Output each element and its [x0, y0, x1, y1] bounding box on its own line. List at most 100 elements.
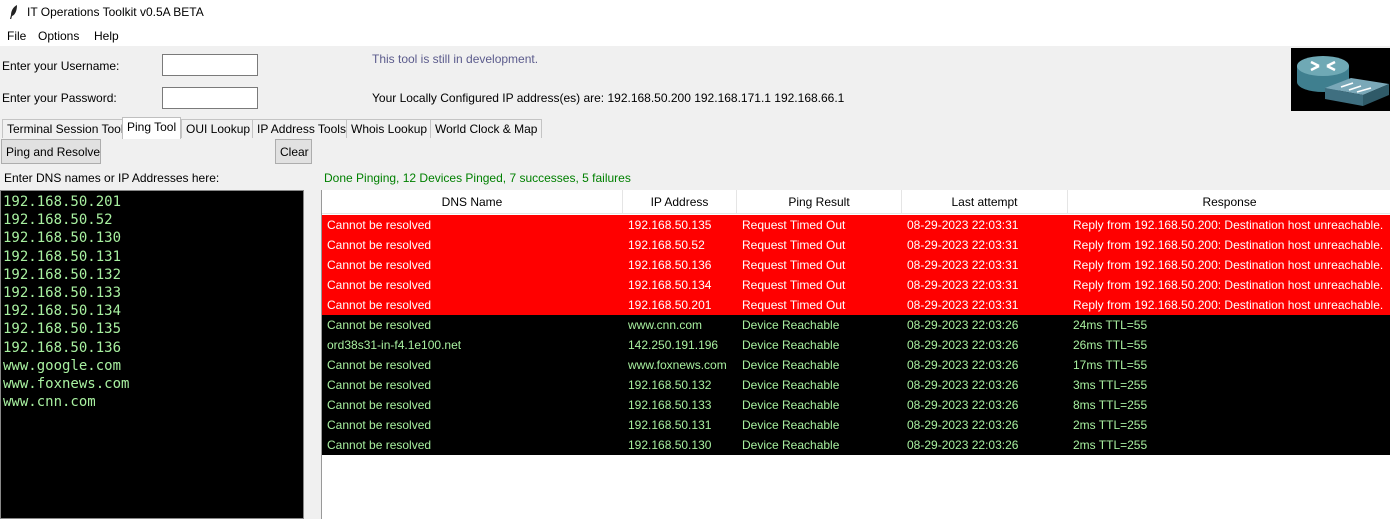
cell-ping-result: Request Timed Out: [742, 258, 846, 272]
cell-ip-address: www.cnn.com: [628, 318, 703, 332]
cell-ip-address: 192.168.50.134: [628, 278, 712, 292]
menu-file[interactable]: File: [7, 29, 26, 43]
table-row[interactable]: Cannot be resolved 192.168.50.134 Request …: [322, 275, 1390, 295]
table-row[interactable]: Cannot be resolved 192.168.50.136 Request …: [322, 255, 1390, 275]
clear-button[interactable]: Clear: [275, 139, 312, 164]
cell-response: 26ms TTL=55: [1073, 338, 1148, 352]
cell-ping-result: Request Timed Out: [742, 238, 846, 252]
input-line: 192.168.50.136: [3, 339, 122, 356]
username-label: Enter your Username:: [2, 59, 120, 73]
cell-ip-address: 192.168.50.131: [628, 418, 712, 432]
tab-oui-lookup[interactable]: OUI Lookup: [181, 119, 256, 138]
title-bar: IT Operations Toolkit v0.5A BETA: [0, 0, 1390, 26]
cell-last-attempt: 08-29-2023 22:03:26: [907, 338, 1019, 352]
table-row[interactable]: Cannot be resolved 192.168.50.52 Request T…: [322, 235, 1390, 255]
table-header: DNS Name IP Address Ping Result Last att…: [322, 190, 1390, 214]
column-ping-result[interactable]: Ping Result: [737, 190, 902, 214]
cell-ping-result: Request Timed Out: [742, 278, 846, 292]
cell-last-attempt: 08-29-2023 22:03:31: [907, 258, 1019, 272]
cell-last-attempt: 08-29-2023 22:03:26: [907, 378, 1019, 392]
table-row[interactable]: Cannot be resolved www.cnn.com Device Reac…: [322, 315, 1390, 335]
cell-dns-name: Cannot be resolved: [327, 378, 432, 392]
input-line: 192.168.50.52: [3, 212, 113, 229]
cell-response: Reply from 192.168.50.200: Destination h…: [1073, 258, 1384, 272]
cell-last-attempt: 08-29-2023 22:03:31: [907, 218, 1019, 232]
cell-dns-name: Cannot be resolved: [327, 358, 432, 372]
username-field[interactable]: [162, 54, 258, 76]
development-notice: This tool is still in development.: [372, 52, 539, 66]
ping-status-label: Done Pinging, 12 Devices Pinged, 7 succe…: [324, 171, 631, 185]
cell-dns-name: Cannot be resolved: [327, 238, 432, 252]
cell-dns-name: ord38s31-in-f4.1e100.net: [327, 338, 462, 352]
tab-world-clock-map[interactable]: World Clock & Map: [430, 119, 543, 138]
input-line: 192.168.50.130: [3, 230, 122, 247]
cell-ip-address: www.foxnews.com: [628, 358, 727, 372]
table-row[interactable]: ord38s31-in-f4.1e100.net 142.250.191.196 D…: [322, 335, 1390, 355]
tab-ping-tool[interactable]: Ping Tool: [122, 117, 182, 139]
input-line: 192.168.50.131: [3, 248, 122, 265]
tab-whois-lookup[interactable]: Whois Lookup: [346, 119, 433, 138]
table-row[interactable]: Cannot be resolved 192.168.50.133 Device R…: [322, 395, 1390, 415]
table-row[interactable]: Cannot be resolved www.foxnews.com Device …: [322, 355, 1390, 375]
cell-last-attempt: 08-29-2023 22:03:26: [907, 398, 1019, 412]
column-dns-name[interactable]: DNS Name: [322, 190, 623, 214]
cell-ip-address: 192.168.50.136: [628, 258, 712, 272]
cell-ping-result: Device Reachable: [742, 378, 840, 392]
cell-response: Reply from 192.168.50.200: Destination h…: [1073, 238, 1384, 252]
cell-last-attempt: 08-29-2023 22:03:26: [907, 438, 1019, 452]
table-row[interactable]: Cannot be resolved 192.168.50.130 Device R…: [322, 435, 1390, 455]
table-row[interactable]: Cannot be resolved 192.168.50.201 Request …: [322, 295, 1390, 315]
ping-and-resolve-button[interactable]: Ping and Resolve: [1, 139, 101, 164]
cell-dns-name: Cannot be resolved: [327, 438, 432, 452]
cell-ip-address: 192.168.50.201: [628, 298, 712, 312]
cell-ping-result: Device Reachable: [742, 398, 840, 412]
cell-response: Reply from 192.168.50.200: Destination h…: [1073, 278, 1384, 292]
menu-options[interactable]: Options: [38, 29, 79, 43]
cell-last-attempt: 08-29-2023 22:03:26: [907, 318, 1019, 332]
cell-ip-address: 192.168.50.135: [628, 218, 712, 232]
input-line: 192.168.50.134: [3, 303, 122, 320]
cell-response: 2ms TTL=255: [1073, 438, 1148, 452]
cell-ping-result: Request Timed Out: [742, 218, 846, 232]
network-devices-logo: [1291, 48, 1390, 111]
input-line: 192.168.50.132: [3, 266, 122, 283]
address-input-textarea[interactable]: 192.168.50.201 192.168.50.52 192.168.50.13…: [0, 190, 304, 519]
cell-last-attempt: 08-29-2023 22:03:31: [907, 278, 1019, 292]
cell-ping-result: Request Timed Out: [742, 298, 846, 312]
cell-ping-result: Device Reachable: [742, 318, 840, 332]
cell-ping-result: Device Reachable: [742, 338, 840, 352]
table-row[interactable]: Cannot be resolved 192.168.50.132 Device R…: [322, 375, 1390, 395]
feather-icon: [10, 5, 17, 19]
menu-help[interactable]: Help: [94, 29, 119, 43]
cell-response: Reply from 192.168.50.200: Destination h…: [1073, 298, 1384, 312]
input-line: www.foxnews.com: [3, 376, 130, 393]
column-last-attempt[interactable]: Last attempt: [902, 190, 1068, 214]
cell-last-attempt: 08-29-2023 22:03:31: [907, 298, 1019, 312]
cell-dns-name: Cannot be resolved: [327, 218, 432, 232]
cell-last-attempt: 08-29-2023 22:03:26: [907, 358, 1019, 372]
table-row[interactable]: Cannot be resolved 192.168.50.135 Request …: [322, 215, 1390, 235]
cell-response: 2ms TTL=255: [1073, 418, 1148, 432]
cell-dns-name: Cannot be resolved: [327, 418, 432, 432]
cell-dns-name: Cannot be resolved: [327, 298, 432, 312]
cell-last-attempt: 08-29-2023 22:03:26: [907, 418, 1019, 432]
cell-ip-address: 192.168.50.52: [628, 238, 705, 252]
window-title: IT Operations Toolkit v0.5A BETA: [27, 5, 204, 19]
cell-dns-name: Cannot be resolved: [327, 258, 432, 272]
cell-ip-address: 192.168.50.132: [628, 378, 712, 392]
ping-results-table[interactable]: DNS Name IP Address Ping Result Last att…: [321, 190, 1390, 519]
tab-terminal-session[interactable]: Terminal Session Tool: [2, 119, 129, 138]
password-field[interactable]: [162, 87, 258, 109]
input-line: 192.168.50.135: [3, 321, 122, 338]
tab-ip-address-tools[interactable]: IP Address Tools: [252, 119, 351, 138]
column-ip-address[interactable]: IP Address: [623, 190, 737, 214]
cell-response: 17ms TTL=55: [1073, 358, 1148, 372]
table-row[interactable]: Cannot be resolved 192.168.50.131 Device R…: [322, 415, 1390, 435]
cell-response: Reply from 192.168.50.200: Destination h…: [1073, 218, 1384, 232]
cell-ip-address: 142.250.191.196: [628, 338, 719, 352]
column-response[interactable]: Response: [1068, 190, 1390, 214]
cell-ip-address: 192.168.50.130: [628, 438, 712, 452]
input-line: www.google.com: [3, 357, 122, 374]
cell-dns-name: Cannot be resolved: [327, 318, 432, 332]
input-line: www.cnn.com: [3, 394, 96, 411]
